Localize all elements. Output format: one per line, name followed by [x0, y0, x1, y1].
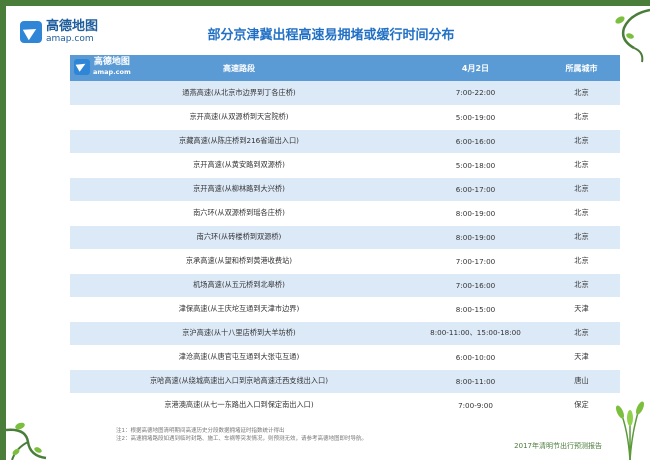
- time-cell: 5:00-19:00: [408, 105, 543, 130]
- table-row: 京藏高速(从陈庄桥到216省道出入口) 6:00-16:00 北京: [70, 129, 620, 154]
- amap-logo-icon: [74, 58, 90, 75]
- road-cell: 京港澳高速(从七一东路出入口到保定南出入口): [70, 393, 408, 418]
- road-cell: 京开高速(从黄安路到双源桥): [70, 153, 408, 178]
- table-row: 南六环(从砖楼桥到双源桥) 8:00-19:00 北京: [70, 225, 620, 250]
- city-cell: 北京: [543, 273, 620, 298]
- time-cell: 8:00-11:00: [408, 369, 543, 394]
- table-logo-en: amap.com: [93, 68, 131, 76]
- city-cell: 北京: [543, 153, 620, 178]
- table-row: 京开高速(从柳林路到大兴桥) 6:00-17:00 北京: [70, 177, 620, 202]
- header-road: 高德地图 amap.com 高速路段: [70, 55, 408, 81]
- time-cell: 7:00-9:00: [408, 393, 543, 418]
- time-cell: 5:00-18:00: [408, 153, 543, 178]
- road-cell: 通燕高速(从北京市边界到丁各庄桥): [70, 81, 408, 106]
- report-page: 高德地图 amap.com 部分京津冀出程高速易拥堵或缓行时间分布 高德地图 a…: [0, 0, 650, 460]
- time-cell: 8:00-19:00: [408, 201, 543, 226]
- city-cell: 北京: [543, 225, 620, 250]
- table-row: 京沪高速(从十八里店桥到大羊坊桥) 8:00-11:00、15:00-18:00 北…: [70, 321, 620, 346]
- note-2: 注2：高速拥堵路段如遇到临时封路、施工、车祸等突发情况，则预测无效，请参考高德地…: [116, 436, 368, 442]
- table-row: 京开高速(从黄安路到双源桥) 5:00-18:00 北京: [70, 153, 620, 178]
- table-row: 京开高速(从双源桥到天宫院桥) 5:00-19:00 北京: [70, 105, 620, 130]
- road-cell: 京沪高速(从十八里店桥到大羊坊桥): [70, 321, 408, 346]
- time-cell: 7:00-22:00: [408, 81, 543, 106]
- table-row: 津沧高速(从唐官屯互通到大张屯互通) 6:00-10:00 天津: [70, 345, 620, 370]
- time-cell: 7:00-17:00: [408, 249, 543, 274]
- note-1: 注1：根据高德地图清明期间高速历史分段数据拥堵延时指数统计得出: [116, 428, 285, 434]
- road-cell: 机场高速(从五元桥到北皋桥): [70, 273, 408, 298]
- table-row: 京港澳高速(从七一东路出入口到保定南出入口) 7:00-9:00 保定: [70, 393, 620, 418]
- road-cell: 京承高速(从望和桥到黄港收费站): [70, 249, 408, 274]
- time-cell: 8:00-15:00: [408, 297, 543, 322]
- road-cell: 京哈高速(从绕城高速出入口到京哈高速迁西支线出入口): [70, 369, 408, 394]
- page-title: 部分京津冀出程高速易拥堵或缓行时间分布: [207, 28, 455, 43]
- time-cell: 6:00-10:00: [408, 345, 543, 370]
- city-cell: 北京: [543, 105, 620, 130]
- congestion-table: 高德地图 amap.com 高速路段 4月2日 所属城市 通燕高速(从北京市边界…: [70, 55, 620, 418]
- road-cell: 京开高速(从柳林路到大兴桥): [70, 177, 408, 202]
- road-cell: 南六环(从砖楼桥到双源桥): [70, 225, 408, 250]
- table-row: 津保高速(从王庆坨互通到天津市边界) 8:00-15:00 天津: [70, 297, 620, 322]
- road-cell: 津沧高速(从唐官屯互通到大张屯互通): [70, 345, 408, 370]
- city-cell: 北京: [543, 321, 620, 346]
- city-cell: 唐山: [543, 369, 620, 394]
- city-cell: 北京: [543, 177, 620, 202]
- city-cell: 北京: [543, 201, 620, 226]
- time-cell: 6:00-17:00: [408, 177, 543, 202]
- vine-decoration-icon: [6, 422, 47, 460]
- table-row: 京承高速(从望和桥到黄港收费站) 7:00-17:00 北京: [70, 249, 620, 274]
- header-road-label: 高速路段: [223, 63, 255, 73]
- time-cell: 7:00-16:00: [408, 273, 543, 298]
- city-cell: 北京: [543, 129, 620, 154]
- road-cell: 京藏高速(从陈庄桥到216省道出入口): [70, 129, 408, 154]
- road-cell: 津保高速(从王庆坨互通到天津市边界): [70, 297, 408, 322]
- city-cell: 天津: [543, 297, 620, 322]
- report-footer: 2017年清明节出行预测报告: [514, 442, 602, 450]
- table-row: 南六环(从双源桥到瑶各庄桥) 8:00-19:00 北京: [70, 201, 620, 226]
- notes: 注1：根据高德地图清明期间高速历史分段数据拥堵延时指数统计得出 注2：高速拥堵路…: [116, 427, 367, 443]
- road-cell: 南六环(从双源桥到瑶各庄桥): [70, 201, 408, 226]
- header-city: 所属城市: [565, 63, 598, 73]
- table-logo-cn: 高德地图: [93, 57, 130, 67]
- time-cell: 8:00-19:00: [408, 225, 543, 250]
- city-cell: 北京: [543, 81, 620, 106]
- header-date: 4月2日: [461, 63, 490, 73]
- table-row: 京哈高速(从绕城高速出入口到京哈高速迁西支线出入口) 8:00-11:00 唐山: [70, 369, 620, 394]
- table-amap-logo: 高德地图 amap.com: [74, 58, 131, 76]
- congestion-table-wrap: 高德地图 amap.com 高速路段 4月2日 所属城市 通燕高速(从北京市边界…: [70, 55, 620, 418]
- table-row: 通燕高速(从北京市边界到丁各庄桥) 7:00-22:00 北京: [70, 81, 620, 106]
- plant-decoration-icon: [615, 401, 645, 460]
- city-cell: 北京: [543, 249, 620, 274]
- table-header-row: 高德地图 amap.com 高速路段 4月2日 所属城市: [70, 55, 620, 81]
- time-cell: 8:00-11:00、15:00-18:00: [408, 321, 543, 346]
- road-cell: 京开高速(从双源桥到天宫院桥): [70, 105, 408, 130]
- city-cell: 天津: [543, 345, 620, 370]
- table-row: 机场高速(从五元桥到北皋桥) 7:00-16:00 北京: [70, 273, 620, 298]
- time-cell: 6:00-16:00: [408, 129, 543, 154]
- city-cell: 保定: [543, 393, 620, 418]
